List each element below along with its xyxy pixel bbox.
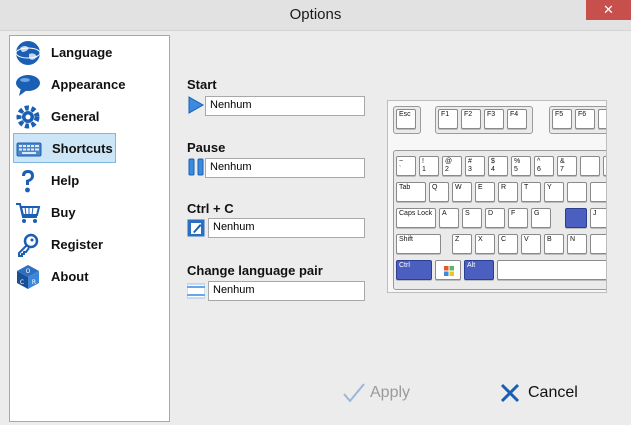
ocr-cube-icon: O C R <box>17 265 39 289</box>
sidebar-item-label: Language <box>51 45 113 60</box>
keyboard-key: Q <box>429 182 449 202</box>
sidebar-item-shortcuts[interactable]: Shortcuts <box>13 133 116 163</box>
pause-shortcut-field[interactable]: Nenhum <box>205 158 365 178</box>
play-icon <box>188 96 205 114</box>
spacebar-key <box>497 260 606 280</box>
keyboard-key: Caps Lock <box>396 208 436 228</box>
keyboard-key: F3 <box>484 109 504 129</box>
keyboard-key: X <box>475 234 495 254</box>
cart-icon <box>16 203 41 223</box>
keyboard-key: F <box>508 208 528 228</box>
keyboard-key: S <box>462 208 482 228</box>
keyboard-key <box>580 156 600 176</box>
keyboard-key: Tab <box>396 182 426 202</box>
keyboard-key-highlighted <box>565 208 587 228</box>
sidebar-item-label: Appearance <box>51 77 126 92</box>
keyboard-key: D <box>485 208 505 228</box>
sidebar: Language Appearance General Shortcuts He… <box>9 35 170 422</box>
cancel-button[interactable]: Cancel <box>496 378 586 408</box>
windows-key <box>435 260 461 280</box>
start-shortcut-field[interactable]: Nenhum <box>205 96 365 116</box>
keyboard-key: V <box>521 234 541 254</box>
pause-shortcut-label: Pause <box>187 140 226 155</box>
keyboard-key: % 5 <box>511 156 531 176</box>
keyboard-key: Z <box>452 234 472 254</box>
sidebar-item-label: Shortcuts <box>52 141 113 156</box>
keyboard-key <box>590 182 606 202</box>
keyboard-key: Shift <box>396 234 441 254</box>
sidebar-item-language[interactable]: Language <box>13 38 113 68</box>
checkmark-icon <box>343 383 365 403</box>
key-icon <box>18 233 39 257</box>
keyboard-key: F1 <box>438 109 458 129</box>
question-icon <box>22 170 34 193</box>
sidebar-item-help[interactable]: Help <box>13 166 113 196</box>
flag-icon <box>187 283 205 299</box>
sidebar-item-label: Buy <box>51 205 76 220</box>
keyboard-key: & 7 <box>557 156 577 176</box>
keyboard-key: C <box>498 234 518 254</box>
sidebar-item-about[interactable]: O C R About <box>13 262 113 292</box>
copy-edit-icon <box>187 219 205 237</box>
apply-label: Apply <box>370 384 411 401</box>
keyboard-key-alt-highlighted: Alt <box>464 260 494 280</box>
keyboard-key <box>567 182 587 202</box>
keyboard-key-ctrl-highlighted: Ctrl <box>396 260 432 280</box>
apply-button[interactable]: Apply <box>338 378 418 408</box>
pause-icon <box>188 158 204 176</box>
keyboard-key: G <box>531 208 551 228</box>
close-button[interactable]: ✕ <box>586 0 631 20</box>
windows-logo-icon <box>444 266 454 276</box>
sidebar-item-buy[interactable]: Buy <box>13 198 113 228</box>
speech-bubble-icon <box>16 75 40 96</box>
keyboard-key <box>603 156 606 176</box>
ctrl-c-shortcut-label: Ctrl + C <box>187 201 234 216</box>
sidebar-item-register[interactable]: Register <box>13 230 113 260</box>
sidebar-item-label: About <box>51 269 89 284</box>
svg-text:R: R <box>32 279 36 286</box>
svg-text:C: C <box>20 279 24 286</box>
cancel-x-icon <box>500 383 520 403</box>
keyboard-key: # 3 <box>465 156 485 176</box>
keyboard-key: T <box>521 182 541 202</box>
keyboard-key: W <box>452 182 472 202</box>
sidebar-item-appearance[interactable]: Appearance <box>13 70 125 100</box>
start-shortcut-label: Start <box>187 77 217 92</box>
cancel-label: Cancel <box>528 384 578 401</box>
keyboard-icon <box>16 142 42 157</box>
keyboard-key: F4 <box>507 109 527 129</box>
keyboard-key: R <box>498 182 518 202</box>
svg-text:O: O <box>26 268 31 275</box>
keyboard-key: ! 1 <box>419 156 439 176</box>
keyboard-key <box>598 109 606 129</box>
gear-icon <box>16 105 40 129</box>
keyboard-key: Esc <box>396 109 416 129</box>
keyboard-key: F2 <box>461 109 481 129</box>
change-language-pair-field[interactable]: Nenhum <box>208 281 365 301</box>
keyboard-key: N <box>567 234 587 254</box>
keyboard-key: E <box>475 182 495 202</box>
keyboard-key: A <box>439 208 459 228</box>
globe-icon <box>15 41 41 65</box>
keyboard-key: $ 4 <box>488 156 508 176</box>
keyboard-key: ~ ` <box>396 156 416 176</box>
sidebar-item-general[interactable]: General <box>13 102 113 132</box>
sidebar-item-label: Register <box>51 237 104 252</box>
keyboard-preview: Esc F1 F2 F3 F4 F5 F6 ~ ` ! 1 @ 2 # 3 $ … <box>387 100 607 293</box>
window-title: Options <box>289 6 342 23</box>
ctrl-c-shortcut-field[interactable]: Nenhum <box>208 218 365 238</box>
change-language-pair-label: Change language pair <box>187 263 323 278</box>
sidebar-item-label: Help <box>51 173 80 188</box>
keyboard-key <box>590 234 606 254</box>
keyboard-key: @ 2 <box>442 156 462 176</box>
keyboard-key: B <box>544 234 564 254</box>
sidebar-item-label: General <box>51 109 100 124</box>
keyboard-key: J <box>590 208 606 228</box>
keyboard-key: Y <box>544 182 564 202</box>
keyboard-key: ^ 6 <box>534 156 554 176</box>
keyboard-key: F5 <box>552 109 572 129</box>
close-icon: ✕ <box>603 2 614 17</box>
title-bar: Options ✕ <box>0 0 631 31</box>
keyboard-key: F6 <box>575 109 595 129</box>
